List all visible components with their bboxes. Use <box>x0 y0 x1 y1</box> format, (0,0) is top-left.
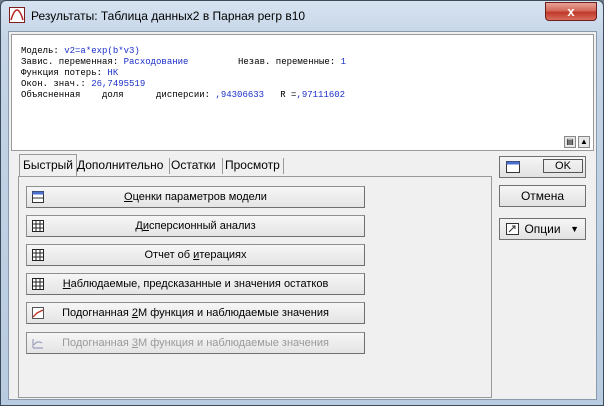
fitted-3d-function-label: Подогнанная 3М функция и наблюдаемые зна… <box>62 337 329 349</box>
iteration-report-button[interactable]: Отчет об итерациях <box>26 244 365 266</box>
options-icon <box>506 223 519 235</box>
independent-value: 1 <box>340 57 347 67</box>
observed-predicted-residuals-label: Наблюдаемые, предсказанные и значения ос… <box>62 278 329 290</box>
final-value-label: Окон. знач.: <box>21 79 86 89</box>
model-value: v2=a*exp(b*v3) <box>64 46 140 56</box>
tab-divider <box>283 158 284 174</box>
tab-quick[interactable]: Быстрый <box>19 154 77 177</box>
model-label: Модель: <box>21 46 59 56</box>
loss-line: Функция потерь: НК <box>21 68 118 78</box>
tab-advanced[interactable]: Дополнительно <box>74 155 166 175</box>
dropdown-arrow-icon: ▼ <box>570 224 579 234</box>
dependent-value: Расходование <box>123 57 189 67</box>
close-button[interactable]: x <box>545 2 597 21</box>
tab-review[interactable]: Просмотр <box>222 155 283 175</box>
grid-table-icon <box>32 220 44 232</box>
explained-label: Объясненная доля дисперсии: <box>21 90 211 100</box>
final-value: 26,7495519 <box>91 79 146 89</box>
explained-line: Объясненная доля дисперсии: ,94306633 R … <box>21 90 345 100</box>
loss-label: Функция потерь: <box>21 68 103 78</box>
loss-value: НК <box>107 68 119 78</box>
independent-line: Незав. переменные: 1 <box>238 57 346 67</box>
ok-button[interactable]: OK <box>499 156 586 178</box>
anova-button[interactable]: Дисперсионный анализ <box>26 215 365 237</box>
grid-table-icon <box>32 249 44 261</box>
close-icon: x <box>567 4 575 19</box>
parameter-estimates-label: Оценки параметров модели <box>124 191 267 203</box>
dependent-label: Завис. переменная: <box>21 57 119 67</box>
title-bar[interactable]: Результаты: Таблица данных2 в Парная рег… <box>1 1 603 31</box>
copy-icon[interactable]: ▤ <box>564 136 576 148</box>
dependent-line: Завис. переменная: Расходование <box>21 57 188 67</box>
table-icon <box>32 191 44 203</box>
app-icon <box>9 7 25 23</box>
fitted-3d-function-button: Подогнанная 3М функция и наблюдаемые зна… <box>26 332 365 354</box>
parameter-estimates-button[interactable]: Оценки параметров модели <box>26 186 365 208</box>
quick-tab-panel: Оценки параметров модели Дисперсионный а… <box>18 176 492 398</box>
grid-table-icon <box>32 278 44 290</box>
final-value-line: Окон. знач.: 26,7495519 <box>21 79 145 89</box>
ok-label: OK <box>543 159 583 173</box>
independent-label: Незав. переменные: <box>238 57 336 67</box>
options-button[interactable]: Опции ▼ <box>499 218 586 240</box>
tab-residuals[interactable]: Остатки <box>168 155 219 175</box>
summary-icon <box>506 161 520 173</box>
results-output: Модель: v2=a*exp(b*v3) Завис. переменная… <box>11 34 594 151</box>
fitted-2d-function-button[interactable]: Подогнанная 2М функция и наблюдаемые зна… <box>26 302 365 324</box>
window-title: Результаты: Таблица данных2 в Парная рег… <box>31 9 306 23</box>
collapse-up-icon[interactable]: ▲ <box>578 136 590 148</box>
observed-predicted-residuals-button[interactable]: Наблюдаемые, предсказанные и значения ос… <box>26 273 365 295</box>
options-label: Опции <box>524 222 561 236</box>
client-area: Модель: v2=a*exp(b*v3) Завис. переменная… <box>8 31 597 400</box>
r-value: ,97111602 <box>296 90 346 100</box>
cancel-button[interactable]: Отмена <box>499 185 586 207</box>
results-window: Результаты: Таблица данных2 в Парная рег… <box>0 0 604 406</box>
iteration-report-label: Отчет об итерациях <box>144 249 247 261</box>
explained-value: ,94306633 <box>215 90 265 100</box>
line-graph-icon <box>32 307 44 319</box>
r-label: R = <box>280 90 297 100</box>
anova-label: Дисперсионный анализ <box>135 220 256 232</box>
fitted-2d-function-label: Подогнанная 2М функция и наблюдаемые зна… <box>62 307 329 319</box>
surface-graph-icon <box>32 339 43 349</box>
model-line: Модель: v2=a*exp(b*v3) <box>21 46 140 56</box>
